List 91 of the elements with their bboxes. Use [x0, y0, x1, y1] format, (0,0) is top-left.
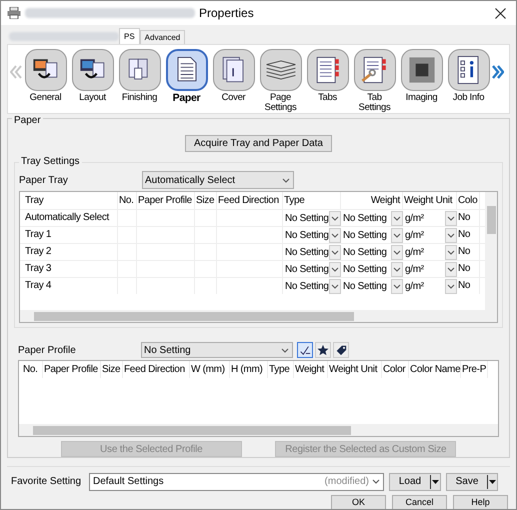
- column-header: Weight: [341, 192, 403, 209]
- column-header: Paper Profile: [43, 361, 101, 378]
- tabbed-document-icon: [306, 49, 348, 91]
- column-header: Tray: [24, 192, 118, 209]
- weight-dropdown[interactable]: No Setting: [341, 261, 403, 277]
- category-tab[interactable]: Imaging: [398, 49, 445, 103]
- tag-icon[interactable]: [333, 342, 349, 358]
- category-tab[interactable]: Page Settings: [257, 49, 304, 113]
- load-button[interactable]: Load: [389, 472, 441, 490]
- table-cell: No: [457, 210, 480, 226]
- printer-icon: [7, 7, 21, 19]
- table-cell: No: [457, 227, 480, 243]
- field-label: Paper Tray: [19, 174, 69, 188]
- column-header: Weight Unit: [328, 361, 382, 378]
- table-cell: Tray 1: [24, 227, 118, 243]
- column-header: H (mm): [230, 361, 268, 378]
- star-icon[interactable]: [315, 342, 331, 358]
- type-dropdown[interactable]: No Setting: [283, 227, 341, 243]
- type-dropdown[interactable]: No Setting: [283, 278, 341, 294]
- weight-dropdown[interactable]: No Setting: [341, 278, 403, 294]
- close-icon[interactable]: [495, 8, 506, 18]
- table-cell: No: [457, 278, 480, 294]
- type-dropdown[interactable]: No Setting: [283, 210, 341, 226]
- column-header: Paper Profile: [137, 192, 195, 209]
- column-header: Size: [101, 361, 123, 378]
- column-header: Feed Direction: [123, 361, 190, 378]
- table-cell: Tray 3: [24, 261, 118, 277]
- table-cell: No: [457, 244, 480, 260]
- double-chevron-right-icon[interactable]: [492, 65, 504, 79]
- paper-stack-icon: [260, 49, 302, 91]
- column-header: No.: [22, 361, 43, 378]
- paper-profile-dropdown[interactable]: No Setting: [141, 342, 293, 358]
- field-label: Paper Profile: [18, 344, 77, 358]
- type-dropdown[interactable]: No Setting: [283, 261, 341, 277]
- weight-unit-dropdown[interactable]: g/m²: [403, 227, 457, 243]
- column-header: Feed Direction: [217, 192, 283, 209]
- column-header: Colo: [457, 192, 480, 209]
- table-cell: Automatically Select: [24, 210, 118, 226]
- weight-unit-dropdown[interactable]: g/m²: [403, 244, 457, 260]
- weight-unit-dropdown[interactable]: g/m²: [403, 261, 457, 277]
- table-cell: No: [457, 261, 480, 277]
- group-title: Paper: [12, 115, 43, 127]
- category-tab[interactable]: Paper: [163, 49, 210, 103]
- chevron-down-icon: [372, 478, 380, 486]
- help-button[interactable]: Help: [453, 495, 508, 509]
- column-header: Type: [283, 192, 341, 209]
- category-tab[interactable]: Tabs: [304, 49, 351, 103]
- column-header: Weight Unit: [403, 192, 457, 209]
- page-number-icon: [212, 49, 254, 91]
- column-header: No.: [118, 192, 137, 209]
- category-tab[interactable]: Layout: [69, 49, 116, 103]
- column-header: W (mm): [190, 361, 230, 378]
- dropdown-arrow-icon[interactable]: [487, 474, 497, 488]
- column-header: Weight: [294, 361, 328, 378]
- category-tab[interactable]: General: [22, 49, 69, 103]
- field-label: Favorite Setting: [10, 475, 82, 489]
- acquire-button[interactable]: Acquire Tray and Paper Data: [185, 135, 332, 152]
- weight-dropdown[interactable]: No Setting: [341, 210, 403, 226]
- favorite-setting-dropdown[interactable]: Default Settings (modified): [89, 472, 384, 490]
- category-tab[interactable]: Cover: [210, 49, 257, 103]
- save-button[interactable]: Save: [446, 472, 498, 490]
- weight-unit-dropdown[interactable]: g/m²: [403, 210, 457, 226]
- tabbed-document-wrench-icon: [354, 49, 396, 91]
- folded-sheets-icon: [118, 49, 160, 91]
- info-document-icon: [448, 49, 490, 91]
- paper-tray-dropdown[interactable]: Automatically Select: [142, 171, 294, 189]
- tab[interactable]: PS: [119, 28, 140, 44]
- check-list-icon[interactable]: [297, 342, 313, 358]
- category-tab[interactable]: Job Info: [445, 49, 492, 103]
- category-tab[interactable]: Finishing: [116, 49, 163, 103]
- table-cell: Tray 2: [24, 244, 118, 260]
- ok-button[interactable]: OK: [331, 495, 386, 509]
- weight-dropdown[interactable]: No Setting: [341, 227, 403, 243]
- document-icon: [166, 49, 208, 91]
- table-cell: Tray 4: [24, 278, 118, 294]
- column-header: Type: [268, 361, 294, 378]
- monitor-document-icon: [24, 49, 66, 91]
- monitor-document-icon: [72, 49, 114, 91]
- weight-dropdown[interactable]: No Setting: [341, 244, 403, 260]
- column-header: Pre-P: [461, 361, 488, 378]
- column-header: Color Name: [409, 361, 461, 378]
- type-dropdown[interactable]: No Setting: [283, 244, 341, 260]
- column-header: Color: [382, 361, 409, 378]
- window-title: Properties: [199, 5, 254, 22]
- category-tab[interactable]: Tab Settings: [351, 49, 398, 113]
- dropdown-arrow-icon[interactable]: [430, 474, 440, 488]
- weight-unit-dropdown[interactable]: g/m²: [403, 278, 457, 294]
- group-title: Tray Settings: [19, 156, 82, 168]
- column-header: Size: [195, 192, 217, 209]
- tab[interactable]: Advanced: [140, 30, 186, 44]
- cancel-button[interactable]: Cancel: [392, 495, 447, 509]
